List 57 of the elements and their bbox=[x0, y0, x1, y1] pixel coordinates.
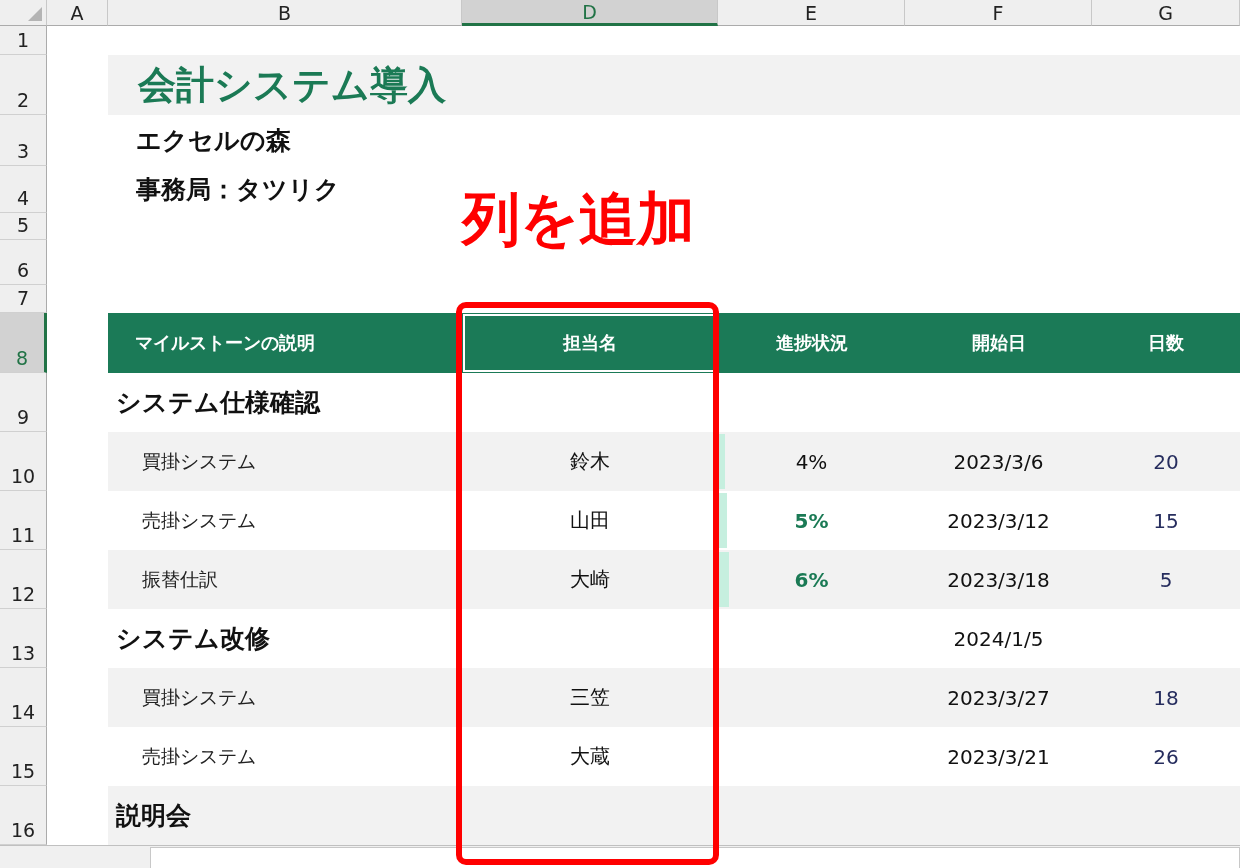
column-header[interactable]: F bbox=[905, 0, 1092, 26]
table-cell: 2023/3/18 bbox=[947, 567, 1050, 592]
table-cell: 20 bbox=[1153, 449, 1179, 474]
row-number[interactable]: 9 bbox=[0, 373, 47, 432]
row-number[interactable]: 7 bbox=[0, 285, 47, 313]
table-cell: 15 bbox=[1153, 508, 1179, 533]
table-cell: 2023/3/27 bbox=[947, 685, 1050, 710]
row-number[interactable]: 3 bbox=[0, 115, 47, 166]
row-number[interactable]: 13 bbox=[0, 609, 47, 668]
table-cell-text: 買掛システム bbox=[141, 448, 257, 474]
subtitle: エクセルの森 bbox=[135, 125, 292, 157]
column-header[interactable]: G bbox=[1092, 0, 1240, 26]
horizontal-scrollbar[interactable] bbox=[150, 847, 1240, 868]
table-cell-text: 振替仕訳 bbox=[141, 566, 219, 592]
section-heading: 説明会 bbox=[115, 800, 192, 832]
table-cell-text: 買掛システム bbox=[141, 684, 257, 710]
row-number[interactable]: 4 bbox=[0, 166, 47, 213]
column-heading: 日数 bbox=[1092, 313, 1240, 373]
column-header[interactable]: A bbox=[47, 0, 108, 26]
table-cell: 大崎 bbox=[570, 566, 610, 593]
section-heading: システム仕様確認 bbox=[115, 387, 322, 419]
section-heading: システム改修 bbox=[115, 623, 271, 655]
row-number[interactable]: 5 bbox=[0, 213, 47, 240]
table-cell: 2023/3/21 bbox=[947, 744, 1050, 769]
table-cell: 2023/3/12 bbox=[947, 508, 1050, 533]
row-number[interactable]: 10 bbox=[0, 432, 47, 491]
table-cell: 三笠 bbox=[570, 684, 610, 711]
table-cell: 4% bbox=[795, 449, 828, 474]
column-header[interactable]: D bbox=[462, 0, 718, 26]
table-cell: 6% bbox=[794, 567, 829, 592]
table-cell-text: 売掛システム bbox=[141, 743, 257, 769]
table-cell: 山田 bbox=[570, 507, 610, 534]
sheet-title: 会計システム導入 bbox=[138, 61, 446, 109]
table-cell: 5% bbox=[794, 508, 829, 533]
table-cell: 大蔵 bbox=[570, 743, 610, 770]
row-number[interactable]: 12 bbox=[0, 550, 47, 609]
column-header[interactable]: E bbox=[718, 0, 905, 26]
table-cell: 2023/3/6 bbox=[953, 449, 1044, 474]
column-heading: 進捗状況 bbox=[718, 313, 905, 373]
column-heading: 開始日 bbox=[905, 313, 1092, 373]
row-number[interactable]: 11 bbox=[0, 491, 47, 550]
table-cell: 18 bbox=[1153, 685, 1179, 710]
row-number[interactable]: 6 bbox=[0, 240, 47, 285]
table-cell: 2024/1/5 bbox=[953, 626, 1044, 651]
row-number[interactable]: 2 bbox=[0, 55, 47, 115]
annotation-text: 列を追加 bbox=[462, 188, 695, 252]
table-cell-text: 売掛システム bbox=[141, 507, 257, 533]
table-cell: 5 bbox=[1159, 567, 1173, 592]
table-cell: 26 bbox=[1153, 744, 1179, 769]
row-number[interactable]: 14 bbox=[0, 668, 47, 727]
office-label: 事務局：タツリク bbox=[135, 174, 341, 206]
row-number[interactable]: 8 bbox=[0, 313, 47, 373]
row-number[interactable]: 16 bbox=[0, 786, 47, 845]
column-header[interactable]: B bbox=[108, 0, 462, 26]
table-cell: 鈴木 bbox=[570, 448, 610, 475]
row-number[interactable]: 1 bbox=[0, 26, 47, 55]
row-number[interactable]: 15 bbox=[0, 727, 47, 786]
